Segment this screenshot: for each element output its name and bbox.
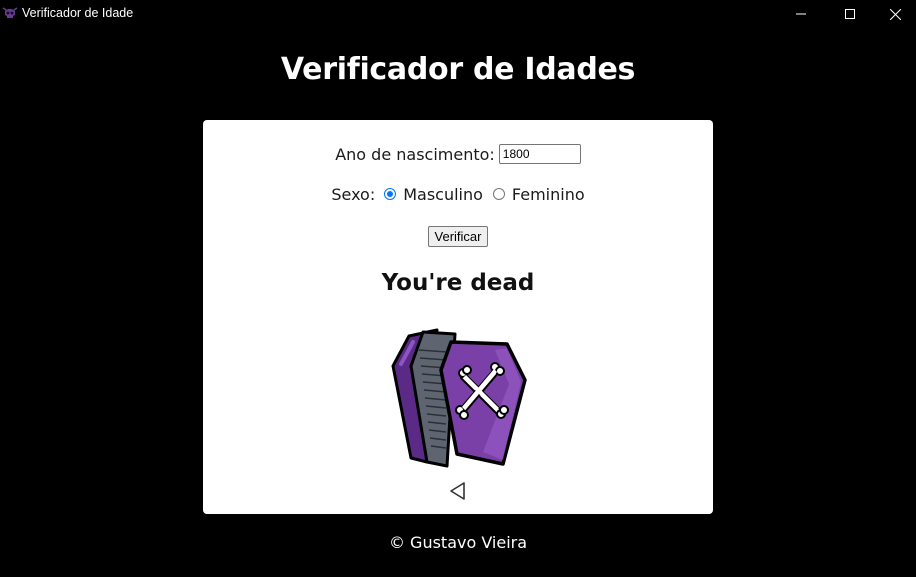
maximize-button[interactable] — [827, 0, 873, 28]
minimize-button[interactable] — [778, 0, 824, 28]
sex-row: Sexo: Masculino Feminino — [203, 184, 713, 204]
birth-year-input[interactable] — [498, 144, 581, 164]
skull-icon — [2, 7, 18, 18]
window-title: Verificador de Idade — [22, 6, 134, 20]
coffin-icon — [391, 328, 527, 468]
sex-label: Sexo: — [331, 184, 376, 204]
radio-masculino-label[interactable]: Masculino — [403, 185, 483, 204]
birth-year-row: Ano de nascimento: — [203, 144, 713, 164]
footer-copyright: © Gustavo Vieira — [388, 533, 528, 552]
page-title: Verificador de Idades — [280, 52, 636, 87]
triangle-left-icon[interactable] — [449, 481, 467, 501]
minimize-icon — [796, 13, 806, 15]
radio-masculino[interactable] — [384, 188, 397, 200]
form-card: Ano de nascimento: Sexo: Masculino Femin… — [203, 120, 713, 514]
close-icon — [889, 8, 901, 20]
title-bar: Verificador de Idade — [0, 0, 916, 28]
verify-button[interactable]: Verificar — [427, 226, 489, 247]
radio-feminino[interactable] — [492, 188, 505, 200]
radio-feminino-label[interactable]: Feminino — [512, 185, 585, 204]
close-button[interactable] — [872, 0, 916, 28]
maximize-icon — [845, 9, 855, 19]
birth-year-label: Ano de nascimento: — [335, 144, 495, 164]
result-text: You're dead — [381, 270, 535, 296]
submit-row: Verificar — [203, 226, 713, 247]
